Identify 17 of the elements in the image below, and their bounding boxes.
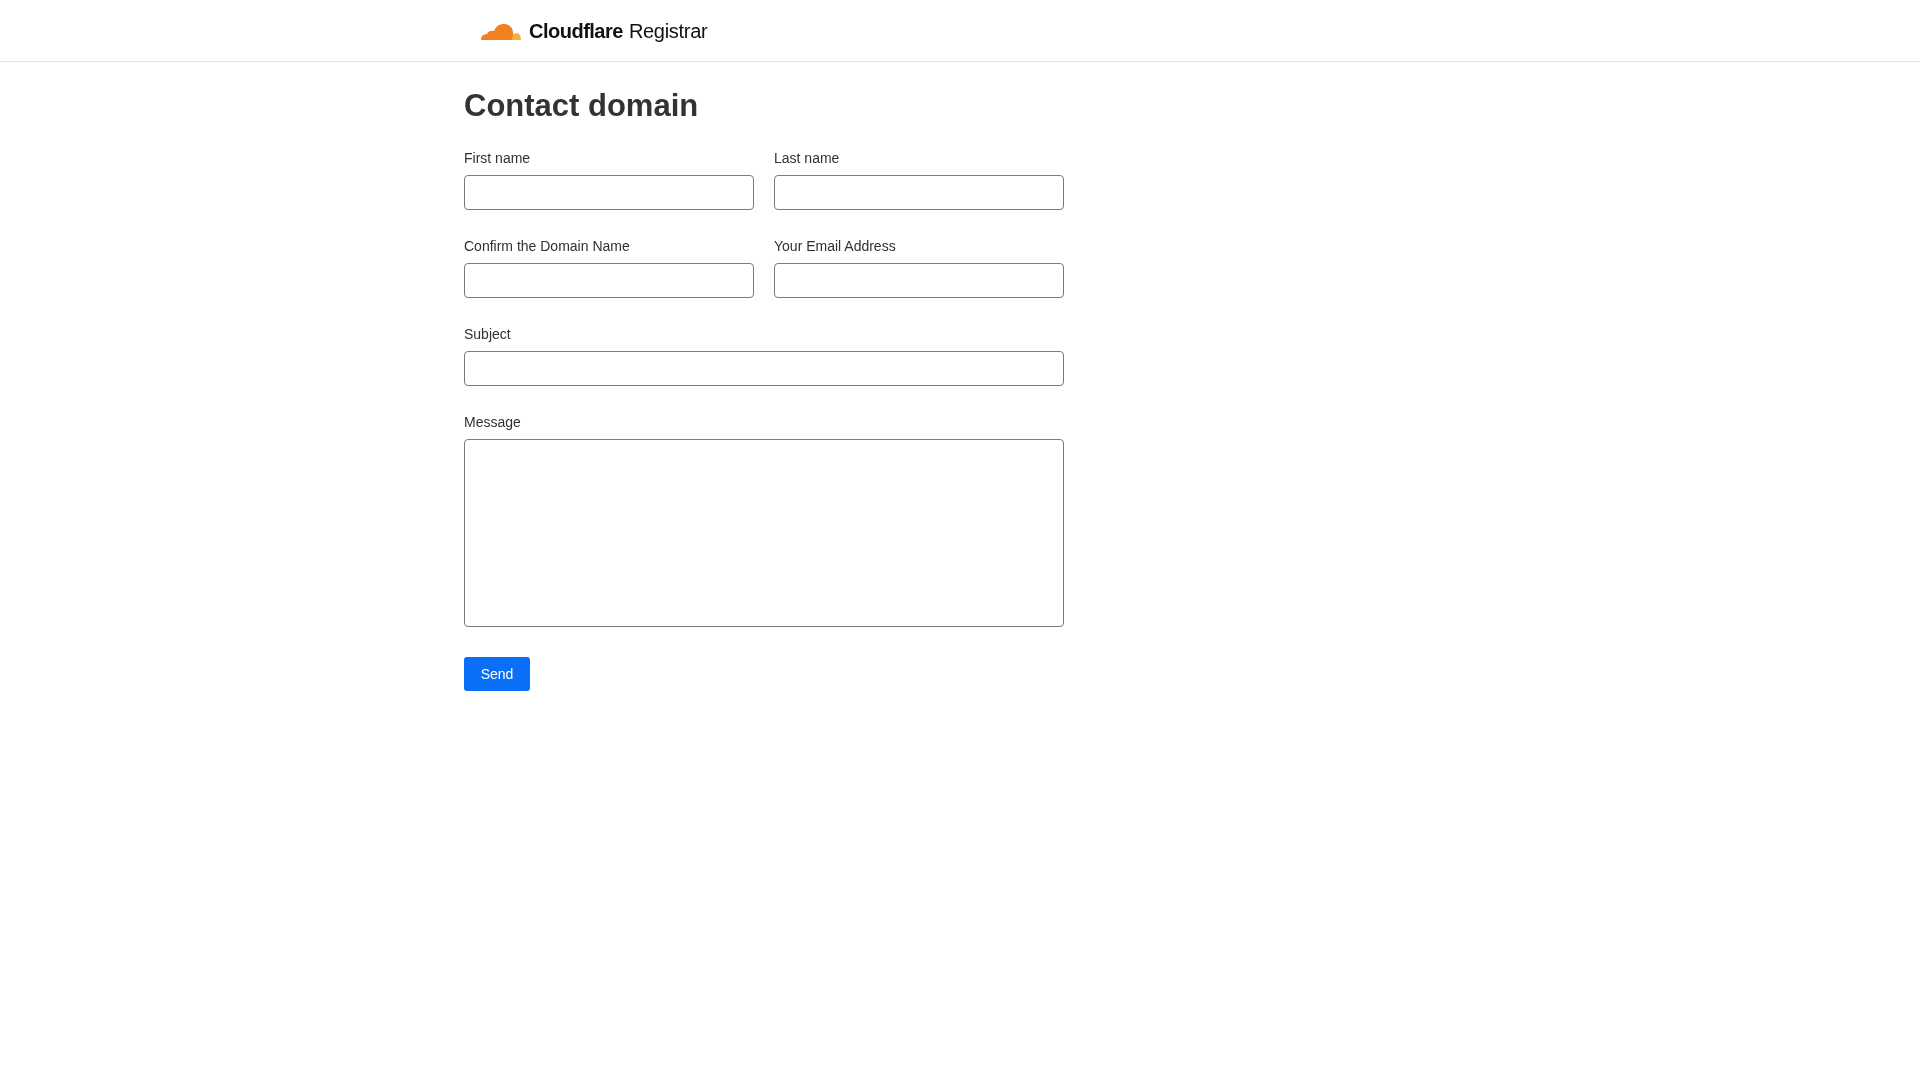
field-label: Your Email Address <box>774 238 897 254</box>
field-label: First name <box>464 150 532 166</box>
input-field[interactable] <box>464 175 754 210</box>
field-label: Message <box>464 414 522 430</box>
product-name: Registrar <box>628 19 708 43</box>
input-field[interactable] <box>774 175 1064 210</box>
field-label: Last name <box>774 150 841 166</box>
input-field[interactable] <box>464 351 1064 386</box>
message-field[interactable] <box>464 439 1064 627</box>
field-label: Confirm the Domain Name <box>464 238 631 254</box>
brand-name: Cloudflare <box>529 19 623 43</box>
page-title: Contact domain <box>464 87 700 125</box>
input-field[interactable] <box>464 263 754 298</box>
input-field[interactable] <box>774 263 1064 298</box>
cloud-logo-icon <box>479 21 521 41</box>
field-label: Subject <box>464 326 512 342</box>
send-button[interactable]: Send <box>464 657 530 691</box>
